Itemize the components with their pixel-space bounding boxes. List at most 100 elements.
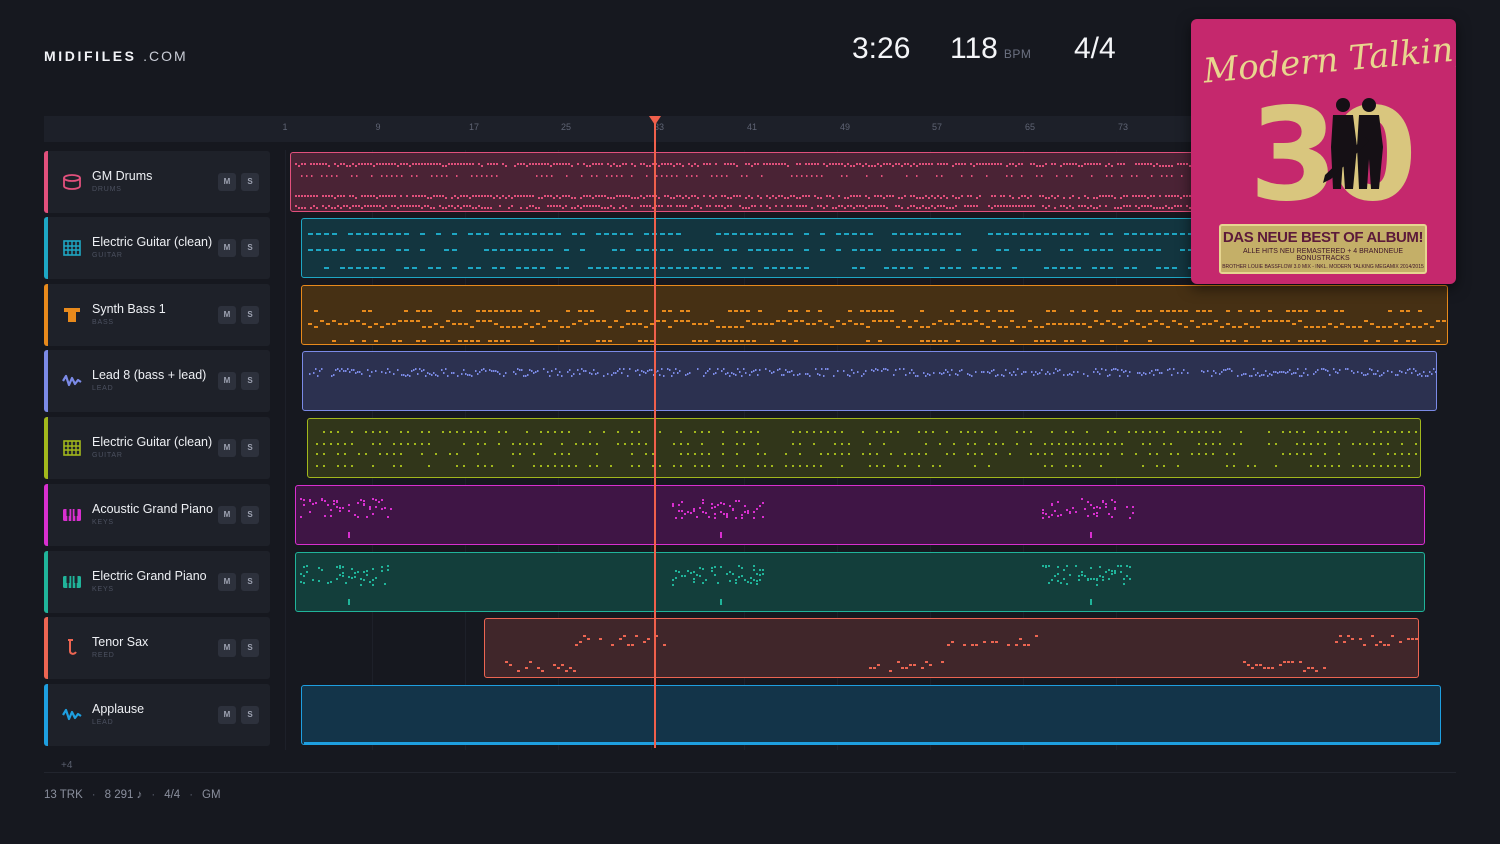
track-category: KEYS	[92, 519, 114, 526]
track-color-stripe	[44, 684, 48, 746]
track-category: REED	[92, 652, 115, 659]
midi-clip[interactable]	[301, 685, 1441, 745]
midi-clip[interactable]	[302, 351, 1437, 411]
track-category: BASS	[92, 319, 114, 326]
track-header[interactable]: Lead 8 (bass + lead) LEAD M S	[44, 350, 270, 412]
solo-button[interactable]: S	[241, 306, 259, 324]
more-tracks-indicator[interactable]: +4	[61, 760, 72, 771]
song-duration: 3:26	[852, 32, 911, 65]
solo-button[interactable]: S	[241, 439, 259, 457]
note-pattern	[304, 742, 1440, 744]
piano-icon	[63, 576, 81, 588]
tempo-value: 118	[950, 32, 998, 65]
track-color-stripe	[44, 217, 48, 279]
sax-icon	[68, 639, 77, 655]
solo-button[interactable]: S	[241, 706, 259, 724]
ruler-bar-number: 65	[1024, 122, 1036, 132]
track-color-stripe	[44, 617, 48, 679]
app-logo: MIDIFILES .COM	[44, 48, 188, 64]
track-header[interactable]: Synth Bass 1 BASS M S	[44, 284, 270, 346]
footer-time-signature: 4/4	[164, 789, 181, 801]
track-name: Tenor Sax	[92, 635, 149, 649]
midi-clip[interactable]	[301, 285, 1448, 345]
midi-clip[interactable]	[307, 418, 1421, 478]
solo-button[interactable]: S	[241, 639, 259, 657]
track-header[interactable]: GM Drums DRUMS M S	[44, 151, 270, 213]
ruler-bar-number: 9	[375, 122, 381, 132]
track-name: Electric Grand Piano	[92, 569, 207, 583]
track-color-stripe	[44, 484, 48, 546]
mute-button[interactable]: M	[218, 173, 236, 191]
midi-clip[interactable]	[290, 152, 1195, 212]
mute-button[interactable]: M	[218, 239, 236, 257]
track-header[interactable]: Acoustic Grand Piano KEYS M S	[44, 484, 270, 546]
mute-button[interactable]: M	[218, 573, 236, 591]
track-category: GUITAR	[92, 452, 123, 459]
mute-button[interactable]: M	[218, 306, 236, 324]
note-count: 8 291 ♪	[104, 789, 143, 801]
track-color-stripe	[44, 284, 48, 346]
mute-button[interactable]: M	[218, 439, 236, 457]
ruler-bar-number: 25	[560, 122, 572, 132]
solo-button[interactable]: S	[241, 239, 259, 257]
track-header[interactable]: Applause LEAD M S	[44, 684, 270, 746]
track-color-stripe	[44, 350, 48, 412]
track-name: Applause	[92, 702, 145, 716]
logo-brand: MIDIFILES	[44, 48, 137, 64]
solo-button[interactable]: S	[241, 372, 259, 390]
note-pattern	[505, 635, 1418, 672]
time-signature: 4/4	[1074, 32, 1116, 65]
mute-button[interactable]: M	[218, 706, 236, 724]
track-category: DRUMS	[92, 186, 122, 193]
solo-button[interactable]: S	[241, 506, 259, 524]
badge-fineprint: BROTHER LOUIE BASSFLOW 3.0 MIX - INKL. M…	[1222, 264, 1424, 270]
drum-icon	[63, 174, 81, 190]
playhead-line[interactable]	[654, 118, 656, 748]
track-name: Acoustic Grand Piano	[92, 502, 213, 516]
note-pattern	[308, 310, 1446, 342]
footer-divider	[44, 772, 1456, 773]
note-pattern	[316, 431, 1417, 467]
track-name: Lead 8 (bass + lead)	[92, 368, 207, 382]
track-name: GM Drums	[92, 169, 153, 183]
band-silhouette-icon	[1323, 98, 1383, 189]
track-color-stripe	[44, 151, 48, 213]
tempo-display: 118 BPM	[950, 32, 1031, 66]
track-header[interactable]: Electric Grand Piano KEYS M S	[44, 551, 270, 613]
mute-button[interactable]: M	[218, 372, 236, 390]
ruler-bar-number: 49	[839, 122, 851, 132]
track-header[interactable]: Electric Guitar (clean) GUITAR M S	[44, 217, 270, 279]
mute-button[interactable]: M	[218, 639, 236, 657]
midi-clip[interactable]	[301, 218, 1195, 278]
ruler-bar-number: 73	[1117, 122, 1129, 132]
album-cover: Modern Talking 30 DAS NEUE BEST OF ALBUM…	[1191, 19, 1456, 284]
midi-standard: GM	[202, 789, 221, 801]
track-color-stripe	[44, 551, 48, 613]
note-pattern	[300, 565, 1131, 605]
track-header[interactable]: Tenor Sax REED M S	[44, 617, 270, 679]
tempo-unit: BPM	[1003, 47, 1032, 61]
ruler-bar-number: 1	[282, 122, 288, 132]
track-name: Electric Guitar (clean)	[92, 235, 213, 249]
note-pattern	[309, 368, 1436, 377]
track-category: GUITAR	[92, 252, 123, 259]
mute-button[interactable]: M	[218, 506, 236, 524]
badge-subline: ALLE HITS NEU REMASTERED + 4 BRANDNEUE B…	[1242, 248, 1404, 262]
midi-clip[interactable]	[295, 485, 1425, 545]
status-footer: 13 TRK · 8 291 ♪ · 4/4 · GM	[44, 789, 221, 801]
logo-domain: .COM	[143, 48, 188, 64]
solo-button[interactable]: S	[241, 573, 259, 591]
track-category: LEAD	[92, 385, 114, 392]
ruler-bar-number: 41	[746, 122, 758, 132]
guitar-icon	[63, 440, 81, 456]
album-badge: DAS NEUE BEST OF ALBUM! ALLE HITS NEU RE…	[1219, 224, 1427, 274]
wave-icon	[62, 374, 82, 387]
bass-icon	[64, 308, 80, 322]
solo-button[interactable]: S	[241, 173, 259, 191]
note-pattern	[308, 233, 1193, 269]
track-category: LEAD	[92, 719, 114, 726]
midi-clip[interactable]	[484, 618, 1419, 678]
ruler-bar-number: 57	[931, 122, 943, 132]
midi-clip[interactable]	[295, 552, 1425, 612]
track-header[interactable]: Electric Guitar (clean) GUITAR M S	[44, 417, 270, 479]
